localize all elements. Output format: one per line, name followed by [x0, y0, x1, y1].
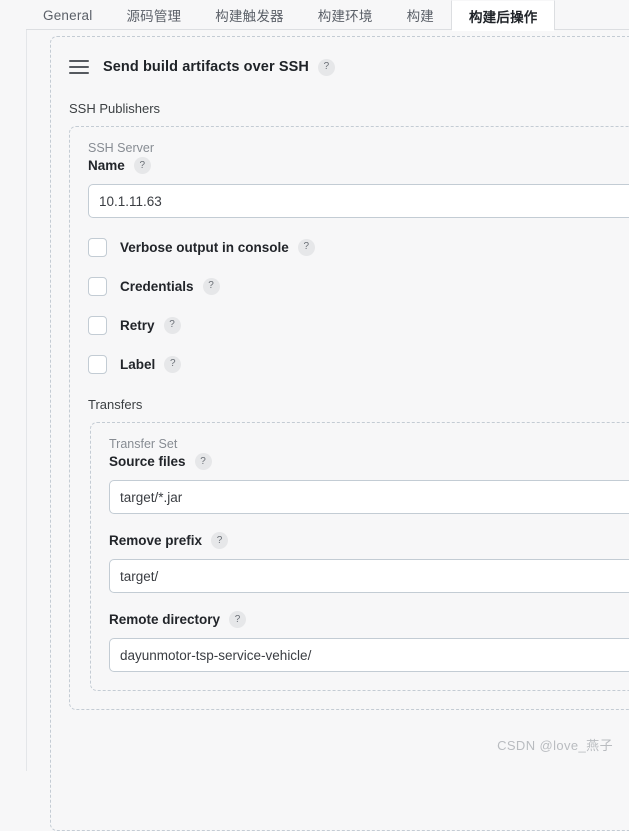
- checkbox-label: Verbose output in console ?: [120, 238, 315, 256]
- tab-label: 构建后操作: [468, 9, 538, 25]
- remove-prefix-label: Remove prefix ?: [91, 532, 629, 549]
- ssh-server-name-label: Name ?: [70, 157, 629, 174]
- ssh-server-sublabel: SSH Server: [88, 141, 154, 155]
- help-icon[interactable]: ?: [317, 58, 335, 76]
- transfer-set-panel: Transfer Set Source files ? target/*.jar…: [90, 422, 629, 691]
- tab-build[interactable]: 构建: [390, 0, 451, 30]
- tab-label: 构建: [406, 9, 434, 24]
- field-label-text: Name: [88, 158, 125, 173]
- field-label-text: Remote directory: [109, 612, 221, 627]
- tab-label: 构建环境: [317, 9, 373, 24]
- help-icon[interactable]: ?: [297, 238, 315, 256]
- checkbox-row-label[interactable]: Label ?: [70, 353, 629, 375]
- send-build-artifacts-block: Send build artifacts over SSH ? SSH Publ…: [50, 36, 629, 831]
- checkbox-row-retry[interactable]: Retry ?: [70, 314, 629, 336]
- help-icon[interactable]: ?: [163, 316, 181, 334]
- tab-bar: General 源码管理 构建触发器 构建环境 构建 构建后操作: [0, 0, 629, 31]
- tab-label: General: [43, 7, 93, 23]
- tab-bar-filler: [555, 0, 629, 30]
- checkbox-label-option[interactable]: [88, 354, 107, 374]
- help-icon[interactable]: ?: [194, 453, 212, 470]
- checkbox-row-verbose[interactable]: Verbose output in console ?: [70, 236, 629, 258]
- checkbox-label: Label ?: [120, 355, 182, 373]
- checkbox-retry[interactable]: [88, 315, 107, 335]
- source-files-input[interactable]: target/*.jar: [109, 480, 629, 514]
- checkbox-label: Credentials ?: [120, 277, 220, 295]
- tab-general[interactable]: General: [26, 0, 109, 30]
- remote-directory-label: Remote directory ?: [91, 611, 629, 628]
- help-icon[interactable]: ?: [202, 277, 220, 295]
- ssh-server-name-input[interactable]: 10.1.11.63: [88, 184, 629, 218]
- checkbox-label-text: Credentials: [120, 278, 194, 294]
- help-icon[interactable]: ?: [229, 611, 247, 628]
- block-header: Send build artifacts over SSH ?: [51, 51, 629, 79]
- help-icon[interactable]: ?: [164, 355, 182, 373]
- drag-handle-line: [69, 60, 89, 62]
- help-icon[interactable]: ?: [211, 532, 229, 549]
- checkbox-label: Retry ?: [120, 316, 181, 334]
- tab-label: 构建触发器: [215, 9, 284, 24]
- ssh-publishers-label: SSH Publishers: [69, 101, 161, 116]
- field-label-text: Source files: [109, 454, 186, 469]
- checkbox-label-text: Verbose output in console: [120, 239, 289, 255]
- tab-scm[interactable]: 源码管理: [109, 0, 198, 30]
- checkbox-label-text: Retry: [120, 317, 155, 333]
- checkbox-row-credentials[interactable]: Credentials ?: [70, 275, 629, 297]
- field-label-text: Remove prefix: [109, 533, 203, 548]
- tab-build-env[interactable]: 构建环境: [301, 0, 390, 30]
- help-icon[interactable]: ?: [133, 157, 151, 174]
- post-build-content: Send build artifacts over SSH ? SSH Publ…: [27, 30, 629, 831]
- checkbox-verbose-output[interactable]: [88, 237, 107, 257]
- ssh-publisher-panel: SSH Server Name ? 10.1.11.63 Verbose out…: [69, 126, 629, 710]
- csdn-watermark: CSDN @love_燕子: [497, 738, 613, 753]
- checkbox-credentials[interactable]: [88, 276, 107, 296]
- block-title: Send build artifacts over SSH: [103, 59, 309, 75]
- tab-post-build[interactable]: 构建后操作: [450, 0, 556, 31]
- tab-build-trigger[interactable]: 构建触发器: [198, 0, 301, 30]
- remote-directory-input[interactable]: dayunmotor-tsp-service-vehicle/: [109, 638, 629, 672]
- transfers-label: Transfers: [88, 397, 143, 412]
- source-files-label: Source files ?: [91, 453, 629, 470]
- transfer-set-sublabel: Transfer Set: [109, 437, 178, 451]
- drag-handle-icon[interactable]: [69, 60, 89, 74]
- drag-handle-line: [69, 66, 89, 68]
- checkbox-label-text: Label: [120, 356, 156, 372]
- tab-label: 源码管理: [126, 9, 182, 24]
- remove-prefix-input[interactable]: target/: [109, 559, 629, 593]
- drag-handle-line: [69, 72, 89, 74]
